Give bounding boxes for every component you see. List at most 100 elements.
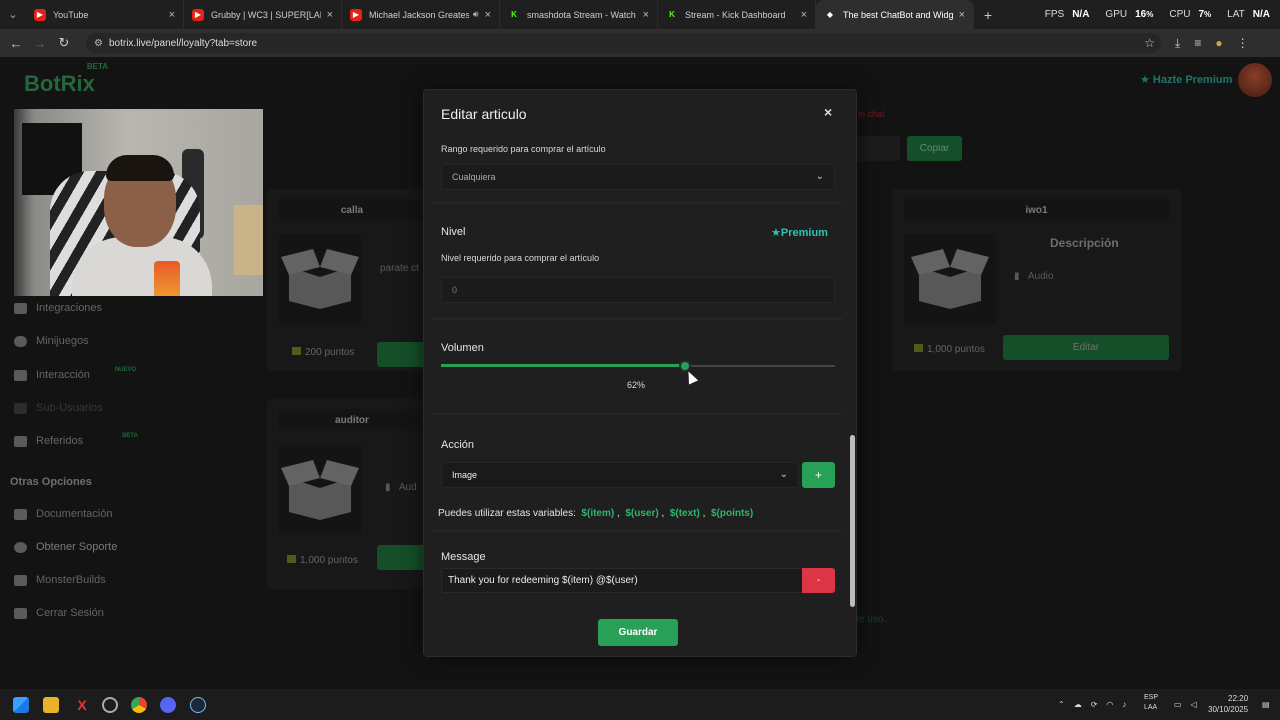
kick-icon: K <box>666 8 678 21</box>
browser-tab-smashdota[interactable]: K smashdota Stream - Watch Live × <box>500 0 658 29</box>
tab-title: Grubby | WC3 | SUPER[LADDER] <box>211 9 321 20</box>
action-select-value: Image <box>452 470 478 480</box>
file-explorer-icon[interactable] <box>43 697 59 713</box>
new-tab-icon[interactable]: + <box>974 0 1002 29</box>
volume-section-title: Volumen <box>441 342 484 354</box>
mic-icon[interactable]: ♪ <box>1122 700 1126 709</box>
browser-tab-kick-dashboard[interactable]: K Stream - Kick Dashboard × <box>658 0 816 29</box>
close-icon[interactable]: × <box>169 9 175 21</box>
clock-date: 30/10/2025 <box>1208 705 1249 714</box>
close-icon[interactable]: × <box>801 9 807 21</box>
playlist-icon[interactable]: ≡ <box>1194 36 1201 51</box>
extension-icon[interactable]: ● <box>1215 36 1222 51</box>
tab-title: smashdota Stream - Watch Live <box>527 9 637 20</box>
language-line2: LAA <box>1144 704 1158 711</box>
language-line1: ESP <box>1144 694 1159 701</box>
section-divider <box>432 202 842 204</box>
level-label: Nivel requerido para comprar el artículo <box>441 253 600 263</box>
download-icon[interactable]: ⤓ <box>1175 36 1180 51</box>
tab-title: The best ChatBot and Widgets <box>843 9 953 20</box>
browser-tab-bar: ⌄ ▶ YouTube × ▶ Grubby | WC3 | SUPER[LAD… <box>0 0 1280 29</box>
close-icon[interactable]: × <box>327 9 333 21</box>
variable-item: $(item) <box>581 508 615 519</box>
remove-message-button[interactable]: - <box>802 568 835 593</box>
speaker-icon[interactable]: ◁ <box>1191 700 1197 709</box>
edit-item-modal: Editar articulo × Rango requerido para c… <box>423 89 857 657</box>
reload-icon[interactable]: ↻ <box>52 35 76 51</box>
premium-badge-label: Premium <box>780 227 828 239</box>
kick-icon: K <box>508 8 520 21</box>
add-action-button[interactable]: + <box>802 462 835 488</box>
speaker-icon[interactable]: 🔊︎ <box>473 9 479 20</box>
chevron-down-icon: ⌄ <box>779 469 788 480</box>
menu-icon[interactable]: ⋮ <box>1237 36 1249 51</box>
gpu-unit: % <box>1146 10 1154 19</box>
modal-scrollbar-thumb[interactable] <box>850 435 855 607</box>
volume-slider-fill <box>441 364 685 367</box>
display-icon[interactable]: ▭ <box>1174 700 1182 709</box>
variable-text: $(text) <box>669 508 700 519</box>
section-divider <box>432 318 842 320</box>
onedrive-icon[interactable]: ☁ <box>1074 700 1082 709</box>
forward-icon[interactable]: → <box>28 36 52 51</box>
chevron-up-icon[interactable]: ⌃ <box>1058 700 1065 709</box>
cpu-unit: % <box>1204 10 1212 19</box>
clock-time: 22:20 <box>1228 694 1249 703</box>
system-stats: FPS N/A GPU 16% CPU 7% LAT N/A <box>1045 0 1270 29</box>
close-icon[interactable]: × <box>824 104 832 120</box>
windows-start-icon[interactable] <box>13 697 29 713</box>
level-input-value: 0 <box>452 285 458 295</box>
cpu-label: CPU <box>1169 9 1191 20</box>
bookmark-star-icon[interactable]: ☆ <box>1144 36 1155 50</box>
lat-value: N/A <box>1252 9 1270 20</box>
youtube-icon: ▶ <box>192 8 204 21</box>
section-divider <box>432 413 842 415</box>
site-info-icon[interactable]: ⚙ <box>94 38 103 49</box>
tab-title: YouTube <box>53 9 89 20</box>
level-input[interactable]: 0 <box>441 277 835 303</box>
browser-tab-grubby[interactable]: ▶ Grubby | WC3 | SUPER[LADDER] × <box>184 0 342 29</box>
youtube-icon: ▶ <box>34 8 46 21</box>
variables-hint: Puedes utilizar estas variables: $(item)… <box>438 508 754 519</box>
browser-tab-youtube[interactable]: ▶ YouTube × <box>26 0 184 29</box>
rank-select[interactable]: Cualquiera ⌄ <box>441 164 835 190</box>
obs-icon[interactable] <box>102 697 118 713</box>
message-section-title: Message <box>441 551 486 563</box>
section-divider <box>432 530 842 532</box>
gpu-value: 16 <box>1135 9 1147 20</box>
close-icon[interactable]: × <box>643 9 649 21</box>
url-bar[interactable]: ⚙ botrix.live/panel/loyalty?tab=store ☆ <box>86 33 1161 53</box>
webcam-can <box>154 261 180 296</box>
save-button[interactable]: Guardar <box>598 619 678 646</box>
chrome-icon[interactable] <box>131 697 147 713</box>
steam-icon[interactable] <box>190 697 206 713</box>
browser-tab-mj[interactable]: ▶ Michael Jackson Greatest H 🔊︎ × <box>342 0 500 29</box>
fps-label: FPS <box>1044 9 1065 20</box>
windows-taskbar: X ⌃ ☁ ⟳ ◠ ♪ ESP LAA ▭ ◁ 22:20 30/10/2025 ▤ <box>0 689 1280 720</box>
tab-title: Stream - Kick Dashboard <box>685 9 786 20</box>
modal-title: Editar articulo <box>441 106 527 122</box>
message-input[interactable] <box>441 568 803 593</box>
gpu-label: GPU <box>1105 9 1128 20</box>
sync-icon[interactable]: ⟳ <box>1091 700 1098 709</box>
rank-select-value: Cualquiera <box>452 172 496 182</box>
close-icon[interactable]: × <box>485 9 491 21</box>
language-indicator[interactable]: ESP LAA <box>1144 693 1158 713</box>
level-section-title: Nivel <box>441 226 466 238</box>
tab-search-icon[interactable]: ⌄ <box>0 0 26 29</box>
premium-badge: ★Premium <box>771 226 828 239</box>
app-x-icon[interactable]: X <box>74 697 90 713</box>
chevron-down-icon: ⌄ <box>815 171 824 182</box>
lat-label: LAT <box>1227 9 1245 20</box>
webcam-overlay <box>14 109 263 296</box>
variable-user: $(user) <box>625 508 659 519</box>
discord-icon[interactable] <box>160 697 176 713</box>
browser-tab-botrix[interactable]: ◆ The best ChatBot and Widgets × <box>816 0 974 29</box>
wifi-icon[interactable]: ◠ <box>1106 700 1113 709</box>
action-select[interactable]: Image ⌄ <box>441 462 799 488</box>
close-icon[interactable]: × <box>959 9 965 21</box>
notifications-icon[interactable]: ▤ <box>1262 689 1270 720</box>
botrix-icon: ◆ <box>824 8 836 21</box>
back-icon[interactable]: ← <box>4 36 28 51</box>
taskbar-clock[interactable]: 22:20 30/10/2025 <box>1208 693 1248 715</box>
